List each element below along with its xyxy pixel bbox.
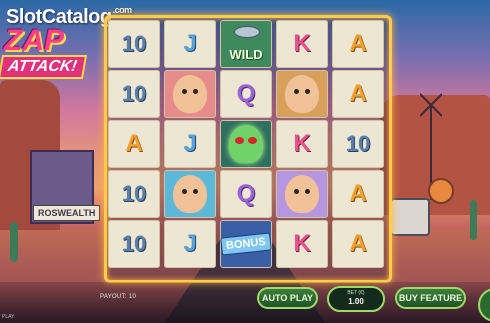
symbol-j-label: J (183, 230, 197, 257)
granny-character-icon (285, 175, 319, 213)
bet-value: 1.00 (348, 297, 364, 306)
reel-symbol-farmer (164, 170, 216, 218)
woman-character-icon (173, 75, 207, 113)
bonus-label: BONUS (220, 232, 272, 256)
cactus-left (10, 222, 18, 262)
symbol-a-label: A (349, 80, 367, 107)
reel-symbol-bonus: BONUS (220, 220, 272, 268)
reel-symbol-sheriff (276, 70, 328, 118)
reel-symbol-a: A (332, 20, 384, 68)
symbol-a-label: A (349, 230, 367, 257)
symbol-j-label: J (183, 30, 197, 57)
footer-play-label: PLAY (2, 314, 15, 320)
symbol-a-label: A (349, 30, 367, 57)
game-logo: ZAP ATTACK! (0, 24, 102, 80)
reel-symbol-granny (276, 170, 328, 218)
symbol-10-label: 10 (121, 181, 147, 206)
farmer-character-icon (173, 175, 207, 213)
payout-text: PAYOUT: 10 (100, 294, 137, 300)
reel-symbol-10: 10 (108, 220, 160, 268)
symbol-k-label: K (293, 130, 311, 157)
reel-symbol-q: Q (220, 170, 272, 218)
reel-symbol-k: K (276, 120, 328, 168)
bet-selector[interactable]: BET (€) 1.00 (327, 286, 385, 312)
cactus-right (470, 200, 477, 240)
reel-symbol-j: J (164, 220, 216, 268)
reel-symbol-a: A (108, 120, 160, 168)
symbol-k-label: K (293, 30, 311, 57)
symbol-a-label: A (349, 180, 367, 207)
reel-symbol-10: 10 (108, 20, 160, 68)
roswealth-sign: ROSWEALTH (33, 205, 101, 221)
symbol-a-label: A (125, 130, 143, 157)
reel-symbol-a: A (332, 170, 384, 218)
ufo-icon (234, 26, 260, 38)
reel-symbol-a: A (332, 220, 384, 268)
reel-symbol-10: 10 (332, 120, 384, 168)
symbol-k-label: K (293, 230, 311, 257)
alien-icon (229, 125, 263, 163)
bet-label: BET (€) (347, 290, 365, 296)
reel-symbol-wild: WILD (220, 20, 272, 68)
reel-symbol-q: Q (220, 70, 272, 118)
reel-symbol-a: A (332, 70, 384, 118)
wild-label: WILD (229, 47, 263, 62)
buy-feature-button[interactable]: BUY FEATURE (395, 287, 466, 309)
reel-symbol-k: K (276, 20, 328, 68)
camper-van (390, 198, 430, 236)
logo-zap: ZAP (4, 24, 64, 57)
symbol-q-label: Q (236, 80, 256, 107)
auto-play-button[interactable]: AUTO PLAY (257, 287, 318, 309)
reel-symbol-alien (220, 120, 272, 168)
reel-symbol-k: K (276, 220, 328, 268)
symbol-j-label: J (183, 130, 197, 157)
symbol-10-label: 10 (121, 231, 147, 256)
reel-symbol-10: 10 (108, 170, 160, 218)
reel-symbol-woman (164, 70, 216, 118)
symbol-10-label: 10 (121, 31, 147, 56)
ufo-sign-icon (428, 178, 454, 204)
symbol-q-label: Q (236, 180, 256, 207)
logo-attack: ATTACK! (0, 55, 87, 79)
reel-symbol-10: 10 (108, 70, 160, 118)
reel-symbol-j: J (164, 120, 216, 168)
symbol-10-label: 10 (345, 131, 371, 156)
reel-symbol-j: J (164, 20, 216, 68)
reel-grid: 10 J WILD K A 10 Q A A J K 10 10 Q A 10 J BONUS K A (108, 20, 384, 274)
watermark-suffix: .com (112, 5, 133, 15)
symbol-10-label: 10 (121, 81, 147, 106)
sheriff-character-icon (285, 75, 319, 113)
